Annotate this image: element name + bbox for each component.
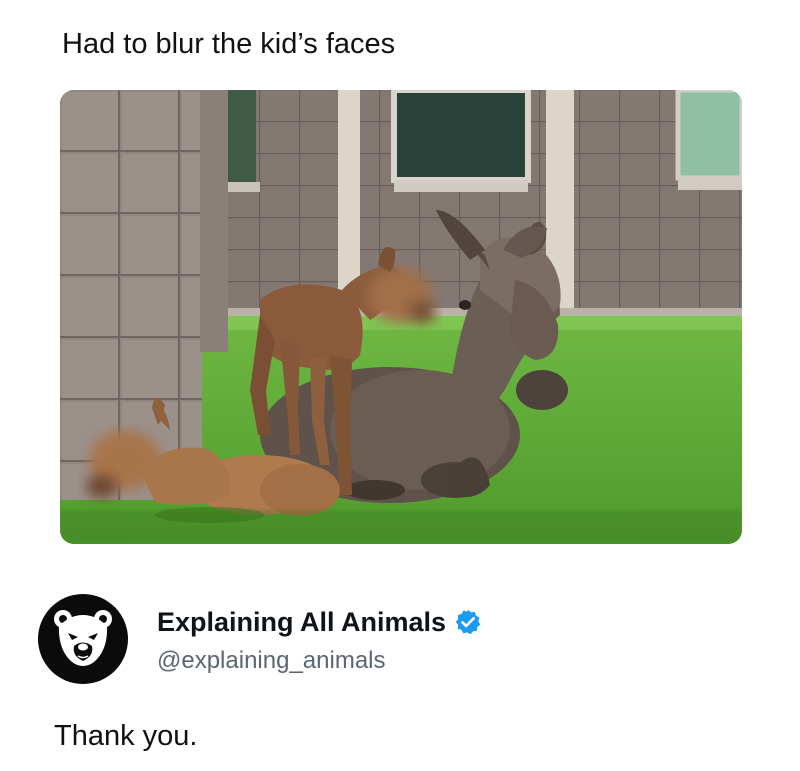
display-name-text: Explaining All Animals [157,607,447,637]
moose-photo-illustration [60,90,742,544]
post-caption: Had to blur the kid’s faces [62,28,396,60]
account-display-name[interactable]: Explaining All Animals [157,605,482,639]
account-avatar[interactable] [38,594,128,684]
bear-face-icon [54,610,112,666]
account-handle[interactable]: @explaining_animals [157,646,386,676]
verified-badge-icon [455,609,481,635]
post-photo[interactable] [60,90,742,544]
reply-text: Thank you. [54,720,198,752]
